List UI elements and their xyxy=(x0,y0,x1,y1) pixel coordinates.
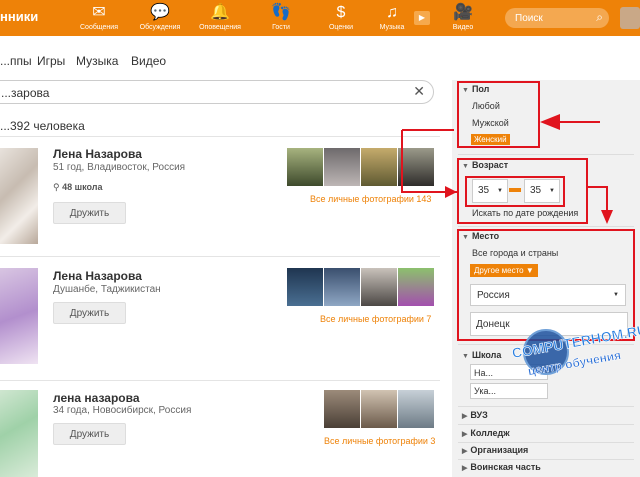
photo-thumbnail[interactable] xyxy=(324,148,360,186)
filter-school-header[interactable]: ▼ Школа xyxy=(462,350,501,360)
bell-icon: 🔔 xyxy=(210,4,230,21)
school-input[interactable] xyxy=(474,367,544,378)
photo-thumbnail[interactable] xyxy=(324,268,360,306)
profile-info: 34 года, Новосибирск, Россия xyxy=(53,405,192,416)
profile-name[interactable]: Лена Назарова xyxy=(53,147,142,161)
profile-photo[interactable] xyxy=(0,268,38,364)
add-friend-button[interactable]: Дружить xyxy=(53,302,126,324)
add-friend-button[interactable]: Дружить xyxy=(53,423,126,445)
tab-video[interactable]: Видео xyxy=(131,54,166,68)
divider xyxy=(458,459,634,460)
photo-thumbnail[interactable] xyxy=(361,268,397,306)
profile-info: Душанбе, Таджикистан xyxy=(53,284,161,295)
triangle-right-icon: ▶ xyxy=(462,431,468,438)
play-icon[interactable]: ▶ xyxy=(414,11,430,25)
divider xyxy=(458,442,634,443)
photo-thumbnail[interactable] xyxy=(361,390,397,428)
all-photos-link[interactable]: Все личные фотографии 7 xyxy=(320,314,431,324)
triangle-right-icon: ▶ xyxy=(462,448,468,455)
tab-groups[interactable]: ...ппы xyxy=(0,54,32,68)
results-count: ...392 человека xyxy=(0,119,85,133)
divider xyxy=(0,256,440,257)
close-icon[interactable]: ✕ xyxy=(413,83,425,100)
result-card: лена назарова 34 года, Новосибирск, Росс… xyxy=(0,380,440,477)
tab-music[interactable]: Музыка xyxy=(76,54,118,68)
search-icon[interactable]: ⌕ xyxy=(596,10,603,25)
photo-thumbnail[interactable] xyxy=(324,390,360,428)
envelope-icon: ✉ xyxy=(92,4,106,21)
nav-discussions[interactable]: 💬 Обсуждения xyxy=(130,3,190,32)
brand-logo-text[interactable]: нники xyxy=(0,9,38,24)
divider xyxy=(0,136,440,137)
profile-name[interactable]: Лена Назарова xyxy=(53,269,142,283)
annotation-box-age-selects xyxy=(465,176,565,207)
nav-guests[interactable]: 👣 Гости xyxy=(251,3,311,32)
filter-university-header[interactable]: ▶ ВУЗ xyxy=(462,410,488,420)
school-region-field[interactable]: Ука... xyxy=(470,383,548,399)
nav-messages[interactable]: ✉ Сообщения xyxy=(69,3,129,32)
divider xyxy=(458,154,634,155)
profile-name[interactable]: лена назарова xyxy=(53,391,140,405)
photo-thumbnail[interactable] xyxy=(287,268,323,306)
photo-thumbnails xyxy=(324,390,435,428)
photo-thumbnails xyxy=(287,148,435,186)
filter-military-unit-header[interactable]: ▶ Воинская часть xyxy=(462,462,541,472)
annotation-box-gender xyxy=(457,81,540,148)
profile-school: ⚲ 48 школа xyxy=(53,182,103,192)
photo-thumbnail[interactable] xyxy=(287,148,323,186)
divider xyxy=(0,380,440,381)
profile-photo[interactable] xyxy=(0,390,38,477)
photo-thumbnail[interactable] xyxy=(398,390,434,428)
top-search-input[interactable] xyxy=(515,11,585,25)
all-photos-link[interactable]: Все личные фотографии 3 xyxy=(324,436,435,446)
result-card: Лена Назарова 51 год, Владивосток, Росси… xyxy=(0,136,440,256)
photo-thumbnails xyxy=(287,268,435,306)
divider xyxy=(458,226,634,227)
triangle-down-icon: ▼ xyxy=(462,353,469,360)
people-search-input[interactable] xyxy=(1,85,381,100)
add-friend-button[interactable]: Дружить xyxy=(53,202,126,224)
people-search: ✕ xyxy=(0,80,434,104)
divider xyxy=(458,344,634,345)
music-note-icon: ♫ xyxy=(386,4,398,21)
triangle-right-icon: ▶ xyxy=(462,465,468,472)
nav-music[interactable]: ♫ Музыка xyxy=(362,3,422,32)
triangle-right-icon: ▶ xyxy=(462,413,468,420)
photo-thumbnail[interactable] xyxy=(398,268,434,306)
chat-icon: 💬 xyxy=(150,4,170,21)
nav-notifications[interactable]: 🔔 Оповещения xyxy=(190,3,250,32)
divider xyxy=(458,406,634,407)
filter-college-header[interactable]: ▶ Колледж xyxy=(462,428,510,438)
top-navigation-bar: нники ✉ Сообщения 💬 Обсуждения 🔔 Оповеще… xyxy=(0,0,640,36)
divider xyxy=(458,424,634,425)
profile-info: 51 год, Владивосток, Россия xyxy=(53,162,186,173)
photo-thumbnail[interactable] xyxy=(398,148,434,186)
school-pin-icon: ⚲ xyxy=(53,182,60,192)
all-photos-link[interactable]: Все личные фотографии 143 xyxy=(310,194,431,204)
tab-games[interactable]: Игры xyxy=(37,54,65,68)
filter-organization-header[interactable]: ▶ Организация xyxy=(462,445,528,455)
result-card: Лена Назарова Душанбе, Таджикистан Дружи… xyxy=(0,256,440,380)
photo-thumbnail[interactable] xyxy=(361,148,397,186)
footprints-icon: 👣 xyxy=(271,4,291,21)
profile-photo[interactable] xyxy=(0,148,38,244)
video-camera-icon: 🎥 xyxy=(453,4,473,21)
school-field xyxy=(470,364,548,380)
top-search: ⌕ xyxy=(505,8,609,28)
avatar[interactable] xyxy=(620,7,640,29)
nav-video[interactable]: 🎥 Видео xyxy=(433,3,493,32)
annotation-box-place xyxy=(457,229,635,341)
